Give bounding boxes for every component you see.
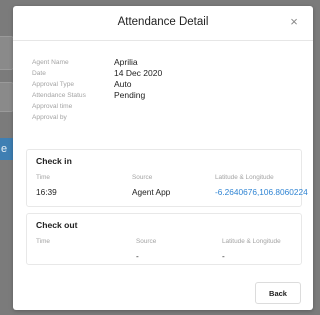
check-in-location-header: Latitude & Longitude xyxy=(215,174,274,181)
check-out-location-header: Latitude & Longitude xyxy=(222,238,281,245)
check-in-title: Check in xyxy=(36,156,72,166)
check-out-source-value: - xyxy=(136,251,139,261)
back-button[interactable]: Back xyxy=(255,282,301,304)
info-label: Approval by xyxy=(32,114,67,121)
info-row-attendance-status: Attendance Status Pending xyxy=(32,90,292,101)
check-out-location-value: - xyxy=(222,251,225,261)
check-in-source-value: Agent App xyxy=(132,187,171,197)
info-label: Approval Type xyxy=(32,81,75,88)
attendance-detail-modal: Attendance Detail × Agent Name Aprilia D… xyxy=(13,6,313,310)
info-row-agent-name: Agent Name Aprilia xyxy=(32,57,292,68)
background-button-label: e xyxy=(1,143,8,155)
info-row-approval-by: Approval by xyxy=(32,112,292,123)
info-label: Approval time xyxy=(32,103,73,110)
info-value: 14 Dec 2020 xyxy=(114,68,163,78)
check-out-time-header: Time xyxy=(36,238,50,245)
check-out-title: Check out xyxy=(36,220,78,230)
check-in-time-header: Time xyxy=(36,174,50,181)
info-row-date: Date 14 Dec 2020 xyxy=(32,68,292,79)
modal-header: Attendance Detail × xyxy=(13,6,313,41)
info-value: Auto xyxy=(114,79,132,89)
background-card xyxy=(0,36,14,70)
info-value: Aprilia xyxy=(114,57,138,67)
check-out-section: Check out Time Source Latitude & Longitu… xyxy=(26,213,302,265)
check-in-location-link[interactable]: -6.2640676,106.8060224 xyxy=(215,187,308,197)
background-card xyxy=(0,82,14,112)
info-label: Agent Name xyxy=(32,59,69,66)
check-out-source-header: Source xyxy=(136,238,157,245)
info-label: Attendance Status xyxy=(32,92,86,99)
agent-info: Agent Name Aprilia Date 14 Dec 2020 Appr… xyxy=(32,57,292,123)
close-button[interactable]: × xyxy=(287,14,301,30)
check-in-section: Check in Time Source Latitude & Longitud… xyxy=(26,149,308,207)
check-in-time-value: 16:39 xyxy=(36,187,57,197)
info-row-approval-type: Approval Type Auto xyxy=(32,79,292,90)
modal-title: Attendance Detail xyxy=(117,16,209,28)
close-icon: × xyxy=(290,14,298,29)
check-in-source-header: Source xyxy=(132,174,153,181)
info-value: Pending xyxy=(114,90,146,100)
info-row-approval-time: Approval time xyxy=(32,101,292,112)
info-label: Date xyxy=(32,70,46,77)
